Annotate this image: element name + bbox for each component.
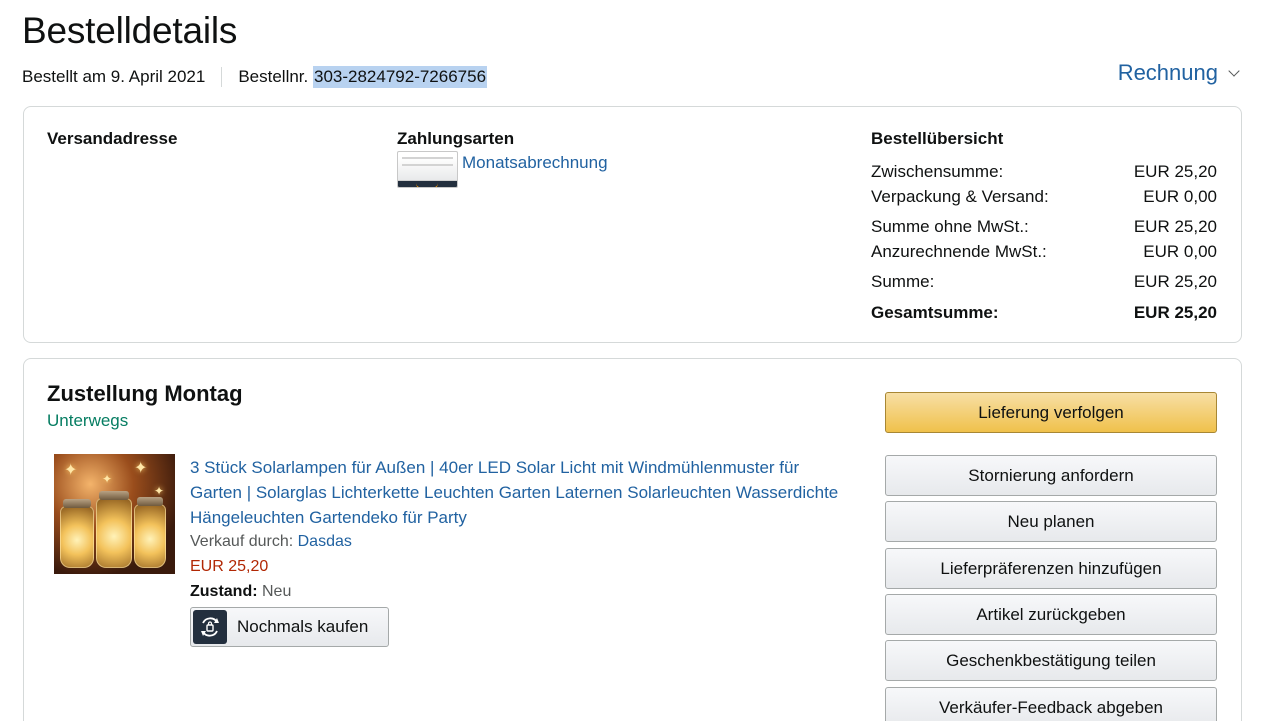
reschedule-button[interactable]: Neu planen	[885, 501, 1217, 542]
summary-value: EUR 25,20	[1133, 217, 1217, 236]
summary-row-subtotal: Zwischensumme: EUR 25,20	[871, 159, 1217, 184]
summary-value: EUR 0,00	[1143, 242, 1217, 261]
delivery-preferences-button[interactable]: Lieferpräferenzen hinzufügen	[885, 548, 1217, 589]
invoice-dropdown[interactable]: Rechnung	[1117, 60, 1240, 86]
star-icon: ✦	[154, 484, 165, 498]
item-price: EUR 25,20	[190, 558, 269, 575]
item-condition: Zustand: Neu	[190, 583, 291, 601]
shipping-address-heading: Versandadresse	[47, 129, 178, 148]
summary-value: EUR 25,20	[1133, 272, 1217, 291]
order-date: Bestellt am 9. April 2021	[22, 67, 206, 86]
star-icon: ✦	[134, 460, 148, 477]
summary-label: Summe:	[871, 272, 935, 291]
payment-card-icon	[397, 151, 458, 188]
chevron-down-icon	[1228, 64, 1240, 77]
jar-shape	[134, 497, 166, 568]
product-title-link[interactable]: 3 Stück Solarlampen für Außen | 40er LED…	[190, 455, 840, 530]
repeat-purchase-icon	[193, 610, 227, 644]
summary-row-net: Summe ohne MwSt.: EUR 25,20	[871, 214, 1217, 239]
summary-heading: Bestellübersicht	[871, 129, 1004, 148]
invoice-label: Rechnung	[1117, 60, 1218, 85]
delivery-title: Zustellung Montag	[47, 381, 243, 406]
summary-value: EUR 25,20	[1133, 303, 1217, 322]
summary-row-total: Gesamtsumme: EUR 25,20	[871, 300, 1217, 325]
condition-label: Zustand:	[190, 583, 258, 600]
page-title: Bestelldetails	[22, 10, 238, 51]
order-summary: Zwischensumme: EUR 25,20 Verpackung & Ve…	[871, 159, 1217, 325]
summary-label: Zwischensumme:	[871, 162, 1004, 181]
sold-by: Verkauf durch: Dasdas	[190, 533, 352, 551]
payment-method-link[interactable]: Monatsabrechnung	[462, 153, 608, 173]
order-info-box: Versandadresse Zahlungsarten Monatsabrec…	[23, 106, 1242, 343]
summary-label: Verpackung & Versand:	[871, 187, 1049, 206]
summary-row-sum: Summe: EUR 25,20	[871, 269, 1217, 294]
share-gift-receipt-button[interactable]: Geschenkbestätigung teilen	[885, 640, 1217, 681]
star-icon: ✦	[64, 462, 78, 479]
summary-value: EUR 0,00	[1143, 187, 1217, 206]
request-cancellation-button[interactable]: Stornierung anfordern	[885, 455, 1217, 496]
seller-link[interactable]: Dasdas	[298, 533, 352, 550]
summary-row-shipping: Verpackung & Versand: EUR 0,00	[871, 184, 1217, 209]
order-number[interactable]: 303-2824792-7266756	[312, 66, 488, 88]
summary-value: EUR 25,20	[1133, 162, 1217, 181]
meta-divider	[221, 67, 223, 87]
summary-row-vat: Anzurechnende MwSt.: EUR 0,00	[871, 239, 1217, 264]
star-icon: ✦	[102, 472, 113, 486]
shipment-box: Zustellung Montag Unterwegs ✦ ✦ ✦ ✦ 3 St…	[23, 358, 1242, 721]
track-delivery-button[interactable]: Lieferung verfolgen	[885, 392, 1217, 433]
jar-shape	[96, 491, 132, 568]
summary-label: Anzurechnende MwSt.:	[871, 242, 1047, 261]
sold-by-label: Verkauf durch:	[190, 533, 298, 550]
buy-again-label: Nochmals kaufen	[237, 617, 369, 636]
order-meta: Bestellt am 9. April 2021 Bestellnr. 303…	[22, 66, 488, 88]
summary-label: Gesamtsumme:	[871, 303, 999, 322]
jar-shape	[60, 499, 94, 568]
condition-value: Neu	[257, 583, 292, 600]
seller-feedback-button[interactable]: Verkäufer-Feedback abgeben	[885, 687, 1217, 721]
summary-label: Summe ohne MwSt.:	[871, 217, 1029, 236]
product-image[interactable]: ✦ ✦ ✦ ✦	[54, 454, 175, 574]
payment-heading: Zahlungsarten	[397, 129, 515, 148]
buy-again-button[interactable]: Nochmals kaufen	[190, 607, 389, 647]
delivery-status: Unterwegs	[47, 411, 129, 430]
return-item-button[interactable]: Artikel zurückgeben	[885, 594, 1217, 635]
order-number-label: Bestellnr.	[238, 67, 313, 86]
